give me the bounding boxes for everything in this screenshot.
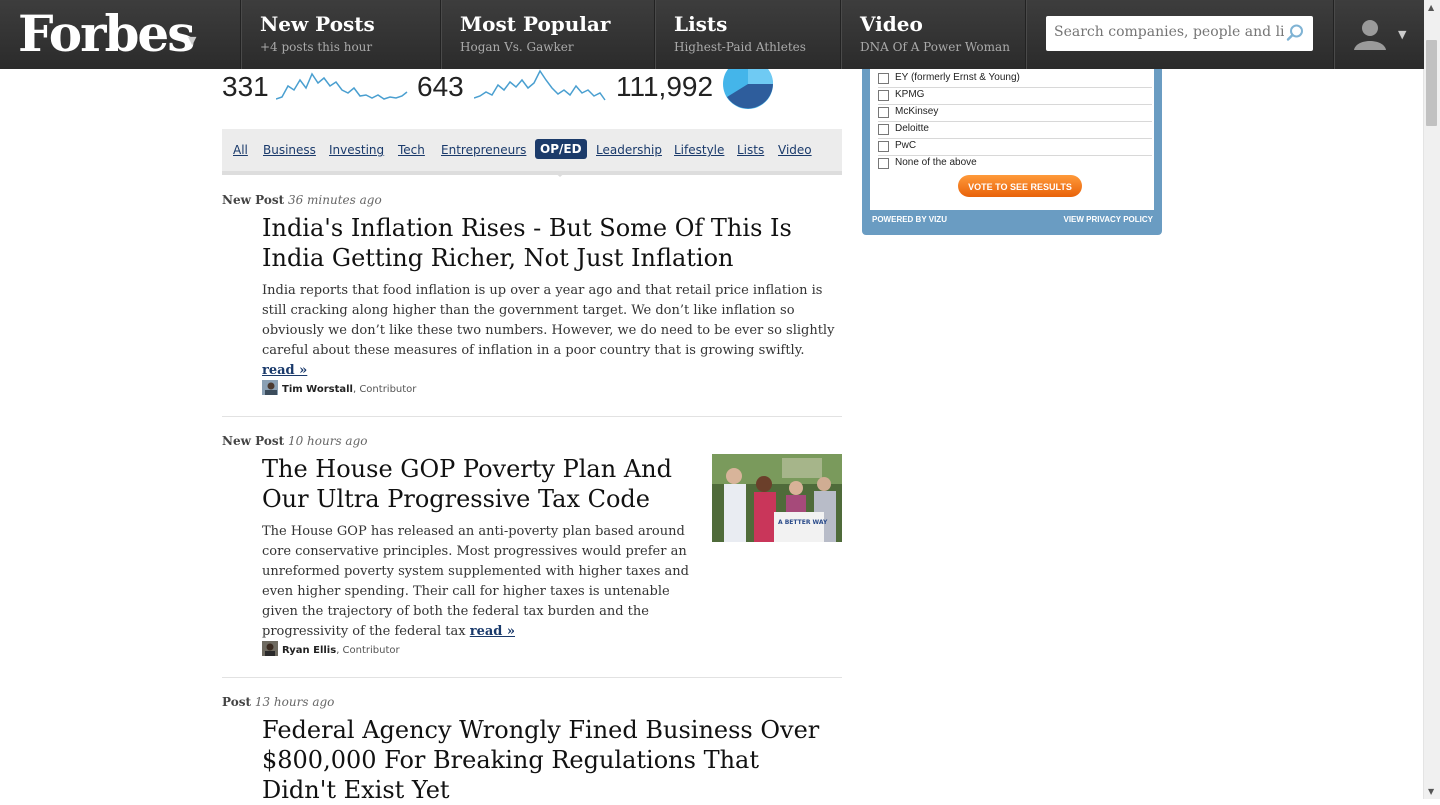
article-1-meta: New Post 36 minutes ago [222, 193, 382, 207]
article-1-type: New Post [222, 193, 285, 207]
nav-new-posts-title[interactable]: New Posts [260, 12, 375, 36]
poll-widget: EY (formerly Ernst & Young) KPMG McKinse… [862, 60, 1162, 235]
tab-investing[interactable]: Investing [329, 143, 384, 157]
scroll-up-icon[interactable]: ▲ [1428, 3, 1434, 12]
user-avatar-icon[interactable] [1352, 16, 1388, 52]
nav-new-posts[interactable]: New Posts +4 posts this hour [240, 0, 440, 69]
article-2-meta: New Post 10 hours ago [222, 434, 368, 448]
search-box [1046, 16, 1313, 51]
tab-all[interactable]: All [233, 143, 248, 157]
article-1-excerpt-text: India reports that food inflation is up … [262, 283, 835, 358]
poll-option-label: KPMG [895, 89, 925, 100]
article-1-excerpt: India reports that food inflation is up … [262, 281, 837, 381]
article-3-meta: Post 13 hours ago [222, 695, 334, 709]
posts-sparkline [276, 72, 408, 100]
poll-checkbox[interactable] [878, 73, 889, 84]
poll-option[interactable]: PwC [878, 139, 1152, 156]
poll-checkbox[interactable] [878, 124, 889, 135]
search-icon[interactable] [1285, 23, 1305, 43]
scrollbar-thumb[interactable] [1426, 40, 1437, 126]
article-3-time: 13 hours ago [254, 695, 335, 709]
tab-entrepreneurs[interactable]: Entrepreneurs [441, 143, 526, 157]
article-3-title[interactable]: Federal Agency Wrongly Fined Business Ov… [262, 715, 832, 805]
article-2-author: Ryan Ellis, Contributor [262, 641, 400, 656]
shares-stat-value: 111,992 [616, 71, 714, 102]
top-nav: Forbes ▼ New Posts +4 posts this hour Mo… [0, 0, 1424, 69]
page-scrollbar[interactable]: ▲ ▼ [1423, 0, 1440, 799]
article-2-author-name[interactable]: Ryan Ellis [282, 645, 336, 656]
poll-checkbox[interactable] [878, 158, 889, 169]
article-divider [222, 677, 842, 678]
poll-option-label: PwC [895, 140, 917, 151]
nav-most-popular-subtitle[interactable]: Hogan Vs. Gawker [460, 40, 574, 54]
poll-option[interactable]: McKinsey [878, 105, 1152, 122]
account-menu[interactable]: ▼ [1333, 0, 1425, 69]
forbes-logo[interactable]: Forbes [18, 4, 195, 64]
comments-stat-value: 643 [417, 71, 464, 102]
nav-lists-subtitle[interactable]: Highest-Paid Athletes [674, 40, 806, 54]
nav-lists-title[interactable]: Lists [674, 12, 727, 36]
scroll-down-icon[interactable]: ▼ [1428, 787, 1434, 796]
comments-sparkline [474, 69, 606, 101]
article-1-read-link[interactable]: read » [262, 363, 307, 378]
poll-option-label: McKinsey [895, 106, 939, 117]
article-1-author: Tim Worstall, Contributor [262, 380, 416, 395]
nav-video[interactable]: Video DNA Of A Power Woman [840, 0, 1025, 69]
tab-video[interactable]: Video [778, 143, 812, 157]
article-1-author-name[interactable]: Tim Worstall [282, 384, 353, 395]
poll-option[interactable]: EY (formerly Ernst & Young) [878, 71, 1152, 88]
poll-option[interactable]: None of the above [878, 156, 1152, 172]
poll-option-label: None of the above [895, 157, 977, 168]
poll-powered-by[interactable]: POWERED BY VIZU [872, 215, 947, 224]
nav-video-subtitle[interactable]: DNA Of A Power Woman [860, 40, 1010, 54]
nav-most-popular[interactable]: Most Popular Hogan Vs. Gawker [440, 0, 654, 69]
tab-lifestyle[interactable]: Lifestyle [674, 143, 724, 157]
article-1-time: 36 minutes ago [287, 193, 382, 207]
author-2-avatar[interactable] [262, 641, 278, 656]
search-input[interactable] [1052, 23, 1286, 41]
section-tabs: All Business Investing Tech Entrepreneur… [222, 129, 842, 175]
logo-dropdown-icon[interactable]: ▼ [188, 34, 196, 47]
nav-video-title[interactable]: Video [860, 12, 923, 36]
article-2-time: 10 hours ago [287, 434, 368, 448]
account-dropdown-icon[interactable]: ▼ [1398, 28, 1406, 41]
article-1-title[interactable]: India's Inflation Rises - But Some Of Th… [262, 213, 822, 273]
article-divider [222, 416, 842, 417]
poll-option[interactable]: KPMG [878, 88, 1152, 105]
article-2-image[interactable]: A BETTER WAY [712, 454, 842, 542]
article-2-type: New Post [222, 434, 285, 448]
poll-options-panel: EY (formerly Ernst & Young) KPMG McKinse… [870, 60, 1154, 210]
author-1-avatar[interactable] [262, 380, 278, 395]
poll-privacy-link[interactable]: VIEW PRIVACY POLICY [1064, 215, 1154, 224]
vote-button[interactable]: VOTE TO SEE RESULTS [958, 175, 1082, 197]
poll-option[interactable]: Deloitte [878, 122, 1152, 139]
article-2-excerpt-1: The House GOP has released an anti-pover… [262, 522, 702, 642]
poll-option-label: Deloitte [895, 123, 929, 134]
poll-checkbox[interactable] [878, 90, 889, 101]
tab-lists[interactable]: Lists [737, 143, 764, 157]
article-2-read-link[interactable]: read » [470, 624, 515, 639]
poll-checkbox[interactable] [878, 107, 889, 118]
active-tab-pointer [553, 171, 567, 177]
article-2-image-caption: A BETTER WAY [778, 519, 828, 526]
nav-lists[interactable]: Lists Highest-Paid Athletes [654, 0, 840, 69]
nav-new-posts-subtitle[interactable]: +4 posts this hour [260, 40, 372, 54]
article-3-type: Post [222, 695, 252, 709]
tab-oped[interactable]: OP/ED [535, 139, 587, 159]
article-2-excerpt-text: The House GOP has released an anti-pover… [262, 524, 689, 639]
article-2-title[interactable]: The House GOP Poverty Plan And Our Ultra… [262, 454, 682, 514]
poll-option-label: EY (formerly Ernst & Young) [895, 72, 1020, 83]
article-1-author-role: Contributor [359, 384, 417, 395]
tab-leadership[interactable]: Leadership [596, 143, 662, 157]
poll-checkbox[interactable] [878, 141, 889, 152]
tab-tech[interactable]: Tech [398, 143, 425, 157]
posts-stat-value: 331 [222, 71, 269, 102]
tab-business[interactable]: Business [263, 143, 316, 157]
article-2-author-role: Contributor [342, 645, 400, 656]
nav-most-popular-title[interactable]: Most Popular [460, 12, 610, 36]
